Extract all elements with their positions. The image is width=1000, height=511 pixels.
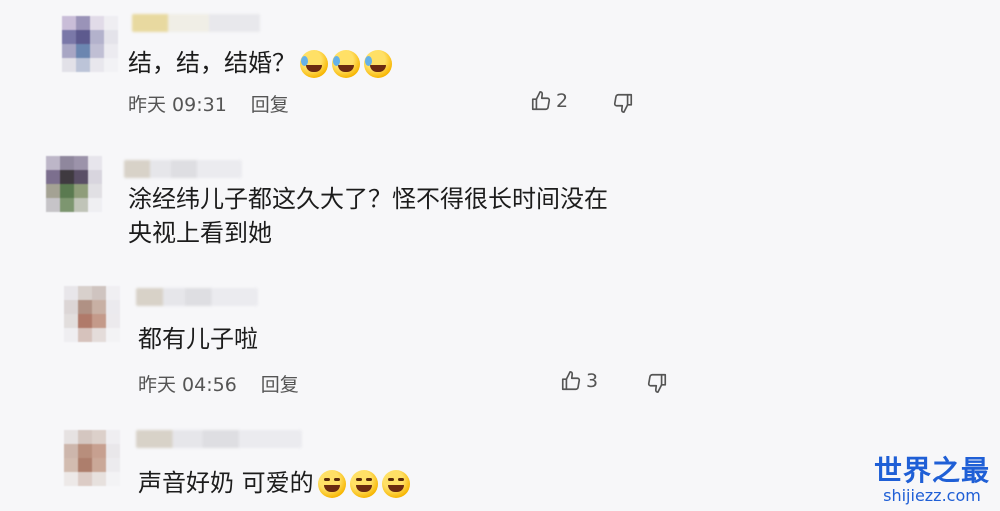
like-count: 3 xyxy=(586,370,599,392)
avatar[interactable] xyxy=(64,430,120,486)
emoji-group xyxy=(317,470,410,498)
laugh-cry-emoji-icon xyxy=(332,50,360,78)
thumbs-up-icon xyxy=(531,91,551,111)
timestamp: 昨天 09:31 xyxy=(128,94,227,116)
wink-tongue-emoji-icon xyxy=(349,470,378,498)
watermark-title: 世界之最 xyxy=(873,454,990,487)
timestamp: 昨天 04:56 xyxy=(138,374,237,396)
wink-tongue-emoji-icon xyxy=(317,470,346,498)
comment-text: 声音好奶 可爱的 xyxy=(138,464,410,502)
emoji-group xyxy=(300,50,392,78)
comment-item-4: 声音好奶 可爱的 xyxy=(0,420,1000,511)
avatar[interactable] xyxy=(62,16,118,72)
avatar[interactable] xyxy=(46,156,102,212)
laugh-cry-emoji-icon xyxy=(364,50,392,78)
site-watermark: 世界之最 shijiezz.com xyxy=(874,455,990,505)
comment-item-1: 结，结，结婚？ 昨天 09:31 回复 2 xyxy=(0,0,1000,130)
username-blurred[interactable] xyxy=(124,160,242,178)
thumbs-up-icon xyxy=(561,371,581,391)
comment-item-3: 都有儿子啦 昨天 04:56 回复 3 xyxy=(0,270,1000,410)
username-blurred[interactable] xyxy=(136,288,258,306)
comment-meta: 昨天 09:31 回复 xyxy=(128,90,289,117)
like-button[interactable]: 2 xyxy=(530,90,568,112)
comment-text: 涂经纬儿子都这久大了？怪不得很长时间没在 央视上看到她 xyxy=(128,185,608,247)
avatar[interactable] xyxy=(64,286,120,342)
reply-button[interactable]: 回复 xyxy=(251,90,289,117)
laugh-cry-emoji-icon xyxy=(300,50,328,78)
wink-tongue-emoji-icon xyxy=(381,470,410,498)
thumbs-down-icon[interactable] xyxy=(646,372,668,394)
comment-text: 结，结，结婚？ xyxy=(128,44,392,82)
like-button[interactable]: 3 xyxy=(560,370,598,392)
thumbs-down-icon[interactable] xyxy=(612,92,634,114)
like-count: 2 xyxy=(556,90,569,112)
comment-meta: 昨天 04:56 回复 xyxy=(138,370,299,397)
watermark-url: shijiezz.com xyxy=(883,486,981,505)
username-blurred[interactable] xyxy=(136,430,302,448)
comment-text: 都有儿子啦 xyxy=(138,325,258,353)
username-blurred[interactable] xyxy=(132,14,260,32)
reply-button[interactable]: 回复 xyxy=(261,370,299,397)
comment-item-2: 涂经纬儿子都这久大了？怪不得很长时间没在 央视上看到她 xyxy=(0,140,1000,260)
